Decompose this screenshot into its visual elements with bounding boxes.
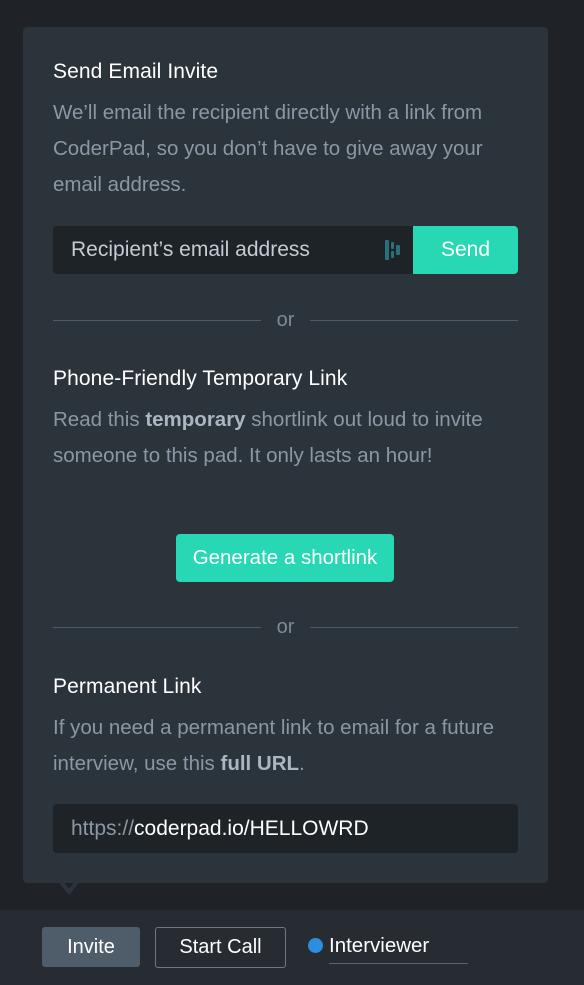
- email-invite-form: Send: [53, 226, 518, 274]
- or-divider: or: [53, 615, 519, 639]
- shortlink-description: Read this temporary shortlink out loud t…: [53, 402, 523, 474]
- email-invite-title: Send Email Invite: [53, 60, 219, 83]
- divider-line: [310, 626, 519, 628]
- permanent-desc-text: .: [299, 752, 305, 775]
- divider-label: or: [276, 309, 295, 331]
- start-call-button[interactable]: Start Call: [155, 927, 286, 968]
- bottom-toolbar: Invite Start Call Interviewer: [0, 910, 584, 985]
- shortlink-desc-emphasis: temporary: [145, 408, 246, 431]
- role-name-field[interactable]: Interviewer: [329, 932, 468, 964]
- permanent-link-title: Permanent Link: [53, 675, 202, 698]
- divider-line: [53, 319, 261, 321]
- recipient-email-input[interactable]: [53, 226, 413, 274]
- email-input-wrapper: [53, 226, 413, 274]
- email-invite-description: We’ll email the recipient directly with …: [53, 101, 483, 196]
- shortlink-desc-text: Read this: [53, 408, 146, 431]
- permanent-link-description: If you need a permanent link to email fo…: [53, 710, 523, 782]
- divider-line: [53, 626, 261, 628]
- send-invite-button[interactable]: Send: [413, 226, 518, 274]
- invite-button[interactable]: Invite: [42, 927, 140, 967]
- shortlink-title: Phone-Friendly Temporary Link: [53, 367, 348, 390]
- generate-shortlink-button[interactable]: Generate a shortlink: [176, 534, 394, 582]
- permanent-desc-emphasis: full URL: [220, 752, 300, 775]
- status-dot: [308, 938, 323, 953]
- url-path: coderpad.io/HELLOWRD: [134, 816, 369, 840]
- permanent-url-field[interactable]: https://coderpad.io/HELLOWRD: [53, 804, 518, 853]
- caret-down-icon: [59, 880, 79, 894]
- url-scheme: https://: [71, 816, 135, 840]
- divider-label: or: [276, 616, 295, 638]
- invite-screen: Send Email Invite We’ll email the recipi…: [0, 0, 584, 985]
- invite-popover: Send Email Invite We’ll email the recipi…: [23, 27, 548, 883]
- divider-line: [310, 319, 519, 321]
- or-divider: or: [53, 308, 519, 332]
- password-manager-icon[interactable]: [385, 240, 403, 260]
